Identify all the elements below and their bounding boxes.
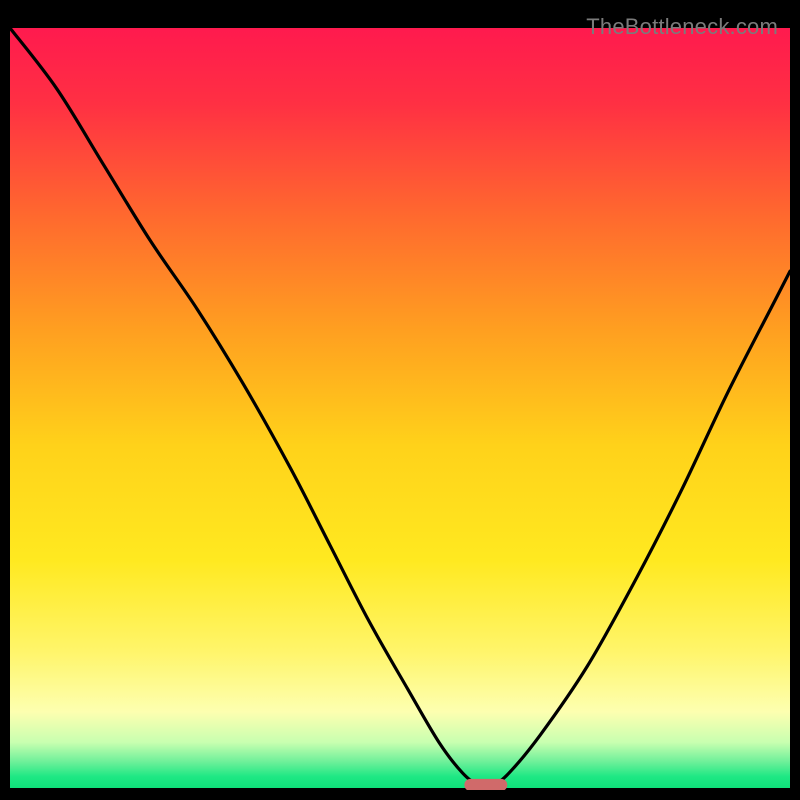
optimal-marker [464,779,507,790]
watermark-text: TheBottleneck.com [586,14,778,40]
chart-frame: TheBottleneck.com [10,10,790,790]
bottleneck-chart [10,10,790,790]
